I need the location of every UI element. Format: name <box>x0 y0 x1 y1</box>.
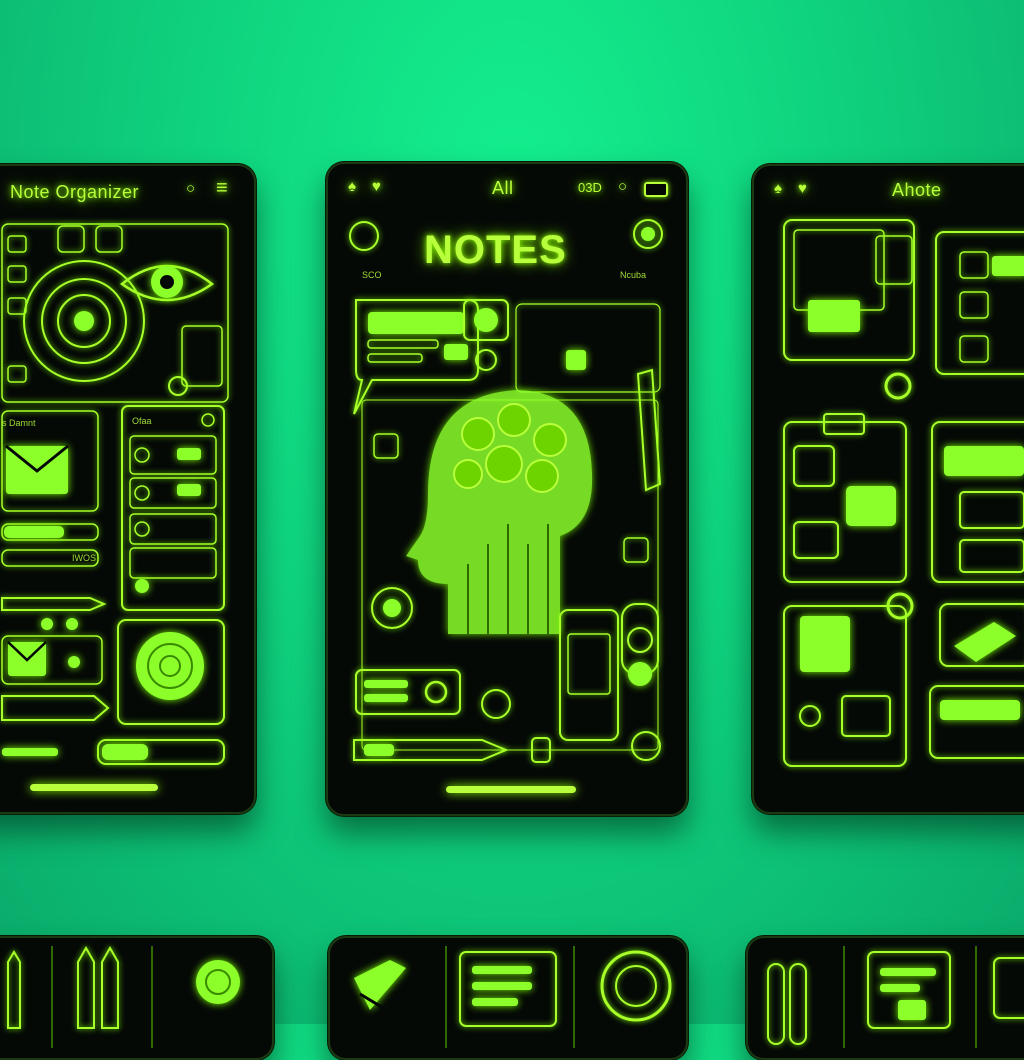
home-indicator[interactable] <box>446 786 576 793</box>
bottom-right-artwork <box>767 946 1024 1048</box>
pencil-icon <box>636 368 662 492</box>
phone-ahote: ♠ ♥ Ahote <box>752 164 1024 814</box>
phone-bottom-center <box>328 936 688 1060</box>
label-damnt: s Damnt <box>2 418 36 428</box>
bottom-center-artwork <box>354 946 672 1048</box>
label-ofaa: Ofaa <box>132 416 152 426</box>
phone-note-organizer: Note Organizer ○ ≡ s Damnt Ofaa IWOS <box>0 164 256 814</box>
label-iwos: IWOS <box>72 553 96 563</box>
phone-bottom-right <box>746 936 1024 1060</box>
left-phone-artwork <box>1 223 229 765</box>
phone-notes: ♠ ♥ All 03D ○ NOTES SCO Ncuba <box>326 162 688 816</box>
phone-bottom-left <box>0 936 274 1060</box>
home-indicator[interactable] <box>30 784 158 791</box>
center-phone-artwork <box>349 219 663 763</box>
bottom-left-artwork <box>7 945 240 1048</box>
right-phone-artwork <box>783 219 1024 767</box>
pencil-icon <box>1 597 107 611</box>
